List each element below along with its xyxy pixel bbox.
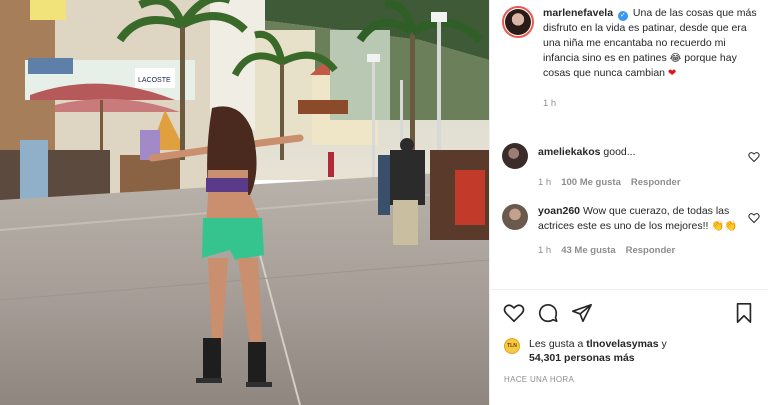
comment-time[interactable]: 1 h — [538, 175, 551, 190]
caption-body: marlenefavela ✓ Una de las cosas que más… — [543, 6, 758, 111]
likes-text: Les gusta a tlnovelasymas y 54,301 perso… — [529, 337, 749, 365]
likes-summary: TLN Les gusta a tlnovelasymas y 54,301 p… — [504, 337, 749, 365]
post-timestamp[interactable]: HACE UNA HORA — [504, 375, 574, 384]
laughing-emoji-icon: 😂 — [669, 53, 682, 64]
commenter-avatar[interactable] — [502, 204, 528, 230]
photo-skater-boardwalk: LACOSTE — [0, 0, 489, 405]
like-heart-icon[interactable] — [503, 302, 525, 324]
comment-likes[interactable]: 100 Me gusta — [561, 175, 621, 190]
post-caption: marlenefavela ✓ Una de las cosas que más… — [502, 6, 760, 111]
clapping-emoji-icon: 👏👏 — [711, 220, 738, 232]
author-avatar[interactable] — [502, 6, 534, 38]
comment-bubble-icon[interactable] — [537, 302, 559, 324]
comment-likes[interactable]: 43 Me gusta — [561, 243, 615, 258]
commenter-username[interactable]: yoan260 — [538, 205, 580, 217]
commenter-avatar[interactable] — [502, 143, 528, 169]
commenter-username[interactable]: ameliekakos — [538, 146, 600, 158]
comment-text: good... — [603, 146, 636, 158]
reply-button[interactable]: Responder — [631, 175, 681, 190]
share-paper-plane-icon[interactable] — [571, 302, 593, 324]
instagram-post: LACOSTE marlenefavela ✓ Una de las cosas… — [0, 0, 768, 405]
post-photo[interactable]: LACOSTE — [0, 0, 489, 405]
comment-body: ameliekakos good... 1 h 100 Me gusta Res… — [538, 143, 738, 190]
comment-item: yoan260 Wow que cuerazo, de todas las ac… — [502, 204, 760, 258]
likes-prefix: Les gusta a — [529, 338, 584, 350]
post-side-panel: marlenefavela ✓ Una de las cosas que más… — [489, 0, 768, 405]
comment-time[interactable]: 1 h — [538, 243, 551, 258]
verified-badge-icon: ✓ — [617, 11, 628, 21]
liker-avatar[interactable]: TLN — [504, 338, 520, 354]
likes-mid: y — [661, 338, 667, 350]
reply-button[interactable]: Responder — [626, 243, 676, 258]
comment-meta: 1 h 100 Me gusta Responder — [538, 175, 738, 190]
heart-outline-icon[interactable] — [748, 212, 760, 224]
comment-body: yoan260 Wow que cuerazo, de todas las ac… — [538, 204, 738, 258]
actions-divider — [490, 289, 768, 290]
likes-count[interactable]: 54,301 personas más — [529, 352, 635, 364]
author-username[interactable]: marlenefavela — [543, 7, 613, 19]
photo-sign-text: LACOSTE — [138, 77, 171, 84]
heart-outline-icon[interactable] — [748, 151, 760, 163]
caption-time[interactable]: 1 h — [543, 96, 758, 111]
liker-username[interactable]: tlnovelasymas — [586, 338, 658, 350]
comment-item: ameliekakos good... 1 h 100 Me gusta Res… — [502, 143, 760, 190]
comment-meta: 1 h 43 Me gusta Responder — [538, 243, 738, 258]
post-action-bar — [503, 302, 755, 324]
red-heart-emoji-icon: ❤ — [667, 68, 677, 79]
save-bookmark-icon[interactable] — [733, 302, 755, 324]
